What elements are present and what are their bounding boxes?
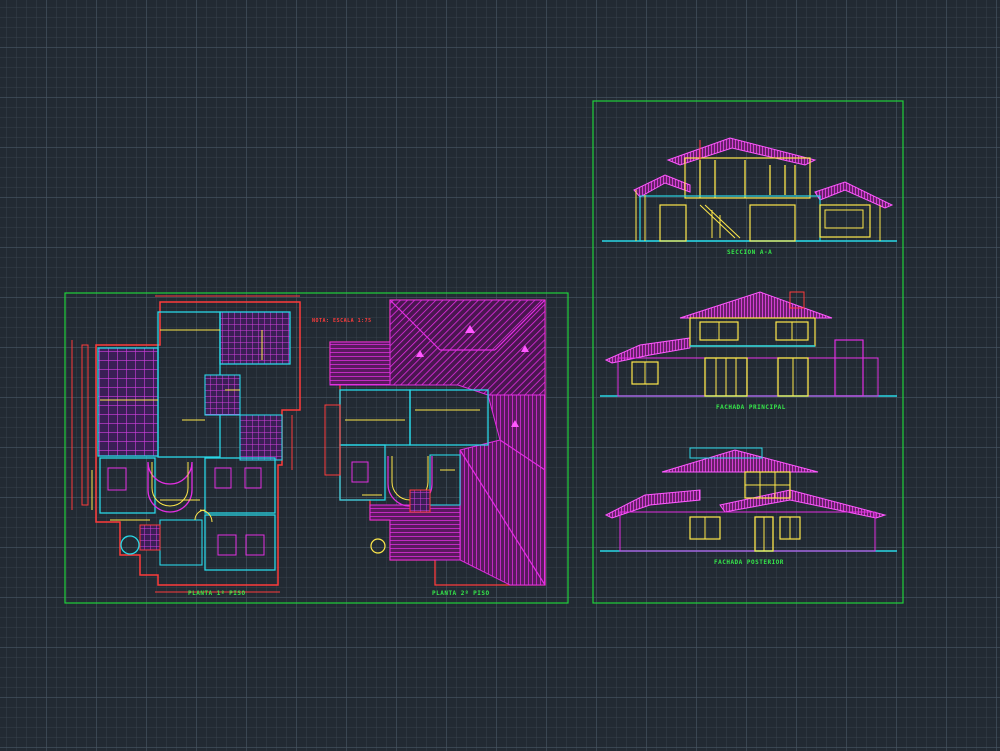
main-facade[interactable] xyxy=(600,291,897,397)
section-label: SECCION A-A xyxy=(727,249,773,256)
first-floor-plan-label: PLANTA 1º PISO xyxy=(188,590,246,597)
second-floor-plan-label: PLANTA 2º PISO xyxy=(432,590,490,597)
rear-facade[interactable] xyxy=(600,447,897,552)
house-title-label: NOTA: ESCALA 1:75 xyxy=(312,318,372,324)
main-facade-label: FACHADA PRINCIPAL xyxy=(716,404,786,411)
cad-drawing[interactable] xyxy=(0,0,1000,751)
rear-facade-label: FACHADA POSTERIOR xyxy=(714,559,784,566)
first-floor-plan[interactable] xyxy=(71,295,301,593)
section-a-a[interactable] xyxy=(602,137,897,242)
second-floor-plan[interactable] xyxy=(324,299,546,586)
